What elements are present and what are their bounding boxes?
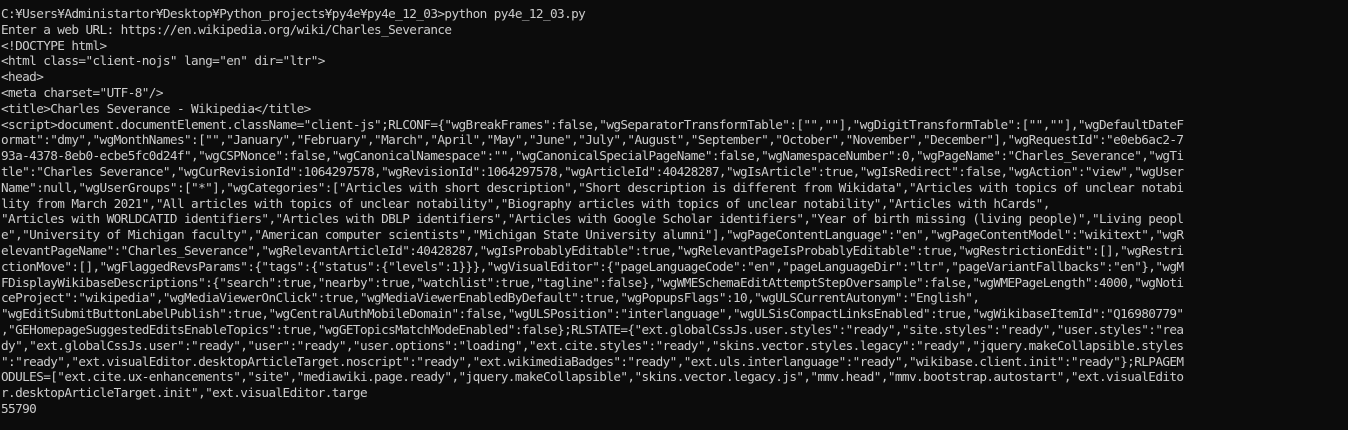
output-line: tle":"Charles Severance","wgCurRevisionI… — [1, 163, 1184, 179]
output-line: <head> — [1, 69, 44, 85]
output-line: e","University of Michigan faculty","Ame… — [1, 227, 1184, 243]
console-window[interactable]: C:¥Users¥Administartor¥Desktop¥Python_pr… — [0, 0, 1348, 430]
output-line: Name":null,"wgUserGroups":["*"],"wgCateg… — [1, 179, 1184, 195]
output-line: "Articles with WORLDCATID identifiers","… — [1, 211, 1184, 227]
output-line: r.desktopArticleTarget.init","ext.visual… — [1, 385, 368, 401]
output-line: ODULES=["ext.cite.ux-enhancements","site… — [1, 369, 1184, 385]
output-line: <html class="client-nojs" lang="en" dir=… — [1, 53, 325, 69]
output-line: <title>Charles Severance - Wikipedia</ti… — [1, 100, 311, 116]
output-line: FDisplayWikibaseDescriptions":{"search":… — [1, 274, 1184, 290]
output-line: <meta charset="UTF-8"/> — [1, 84, 163, 100]
output-line: <!DOCTYPE html> — [1, 37, 107, 53]
output-line: ctionMove":[],"wgFlaggedRevsParams":{"ta… — [1, 258, 1184, 274]
output-line: "wgEditSubmitButtonLabelPublish":true,"w… — [1, 306, 1184, 322]
output-count: 55790 — [1, 400, 37, 416]
output-line: Enter a web URL: https://en.wikipedia.or… — [1, 21, 452, 37]
output-line: ":"ready","ext.visualEditor.desktopArtic… — [1, 353, 1184, 369]
output-line: 93a-4378-8eb0-ecbe5fc0d24f","wgCSPNonce"… — [1, 148, 1184, 164]
output-line: ,"GEHomepageSuggestedEditsEnableTopics":… — [1, 321, 1184, 337]
output-line: ceProject":"wikipedia","wgMediaViewerOnC… — [1, 290, 980, 306]
output-line: elevantPageName":"Charles_Severance","wg… — [1, 242, 1184, 258]
output-line: lity from March 2021","All articles with… — [1, 195, 1050, 211]
command-line: C:¥Users¥Administartor¥Desktop¥Python_pr… — [1, 6, 586, 21]
output-line: ormat":"dmy","wgMonthNames":["","January… — [1, 132, 1184, 148]
output-line: dy","ext.globalCssJs.user":"ready","user… — [1, 337, 1184, 353]
output-line: <script>document.documentElement.classNa… — [1, 116, 1184, 132]
